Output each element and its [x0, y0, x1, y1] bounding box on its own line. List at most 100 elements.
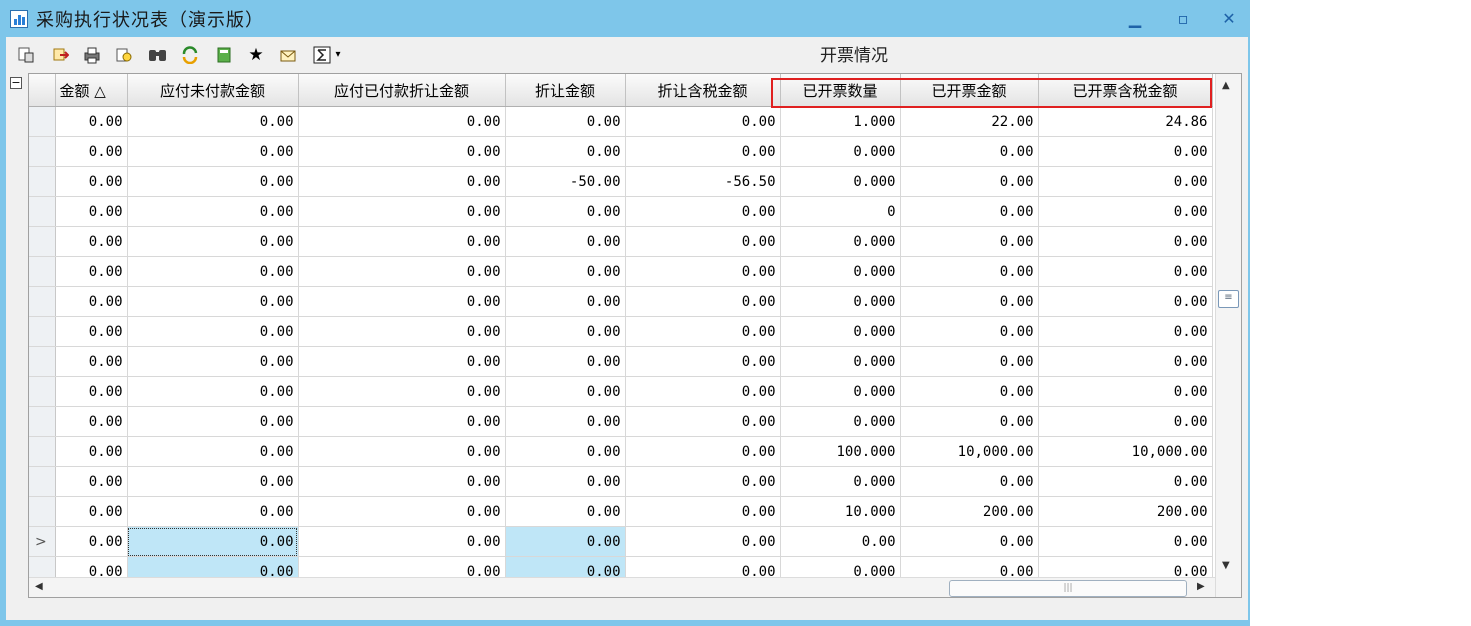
- table-row[interactable]: 0.00 0.00 0.00 0.00 0.00 0.000 0.00 0.00: [29, 136, 1213, 167]
- table-cell[interactable]: 0.00: [298, 106, 506, 137]
- table-cell[interactable]: 0: [780, 196, 901, 227]
- collapse-icon[interactable]: −: [10, 77, 22, 89]
- column-header[interactable]: 折让金额: [505, 74, 626, 107]
- table-cell[interactable]: 0.00: [625, 376, 781, 407]
- column-header[interactable]: 已开票含税金额: [1038, 74, 1213, 107]
- table-cell[interactable]: 0.00: [298, 496, 506, 527]
- table-cell[interactable]: 0.00: [625, 436, 781, 467]
- scroll-down-icon[interactable]: ▼: [1222, 560, 1230, 571]
- table-cell[interactable]: 0.00: [127, 526, 299, 557]
- table-cell[interactable]: 0.00: [1038, 256, 1213, 287]
- table-cell[interactable]: 0.000: [780, 376, 901, 407]
- table-cell[interactable]: 0.00: [1038, 196, 1213, 227]
- table-cell[interactable]: 0.00: [55, 436, 128, 467]
- table-cell[interactable]: 0.00: [298, 196, 506, 227]
- table-cell[interactable]: 0.00: [505, 316, 626, 347]
- sum-icon[interactable]: [312, 45, 332, 65]
- table-row[interactable]: >0.00 0.00 0.00 0.00 0.00 0.00 0.00 0.00: [29, 526, 1213, 557]
- table-cell[interactable]: 0.00: [298, 316, 506, 347]
- table-cell[interactable]: 0.00: [55, 256, 128, 287]
- table-cell[interactable]: 0.00: [1038, 346, 1213, 377]
- table-cell[interactable]: 0.00: [298, 286, 506, 317]
- row-selector[interactable]: [29, 496, 56, 527]
- close-button[interactable]: ✕: [1220, 10, 1238, 28]
- table-cell[interactable]: 0.00: [127, 166, 299, 197]
- table-cell[interactable]: 0.00: [625, 346, 781, 377]
- table-cell[interactable]: 0.00: [55, 316, 128, 347]
- row-selector[interactable]: [29, 256, 56, 287]
- print-icon[interactable]: [82, 45, 102, 65]
- table-cell[interactable]: 0.00: [55, 526, 128, 557]
- row-selector[interactable]: [29, 226, 56, 257]
- table-cell[interactable]: 0.00: [900, 526, 1039, 557]
- dropdown-icon[interactable]: ▾: [332, 45, 344, 65]
- table-cell[interactable]: 0.00: [127, 436, 299, 467]
- table-cell[interactable]: 0.00: [900, 376, 1039, 407]
- table-cell[interactable]: 0.00: [505, 286, 626, 317]
- refresh-icon[interactable]: [180, 45, 200, 65]
- table-cell[interactable]: 0.00: [298, 166, 506, 197]
- table-cell[interactable]: 0.00: [55, 226, 128, 257]
- table-cell[interactable]: 0.00: [505, 106, 626, 137]
- table-cell[interactable]: 0.00: [505, 496, 626, 527]
- table-cell[interactable]: 0.00: [900, 286, 1039, 317]
- column-header[interactable]: 已开票数量: [780, 74, 901, 107]
- table-cell[interactable]: 0.00: [298, 466, 506, 497]
- table-cell[interactable]: 0.00: [298, 436, 506, 467]
- table-row[interactable]: 0.00 0.00 0.00 0.00 0.00 100.000 10,000.00 10,0…: [29, 436, 1213, 467]
- table-cell[interactable]: 0.00: [1038, 406, 1213, 437]
- table-cell[interactable]: 0.00: [298, 256, 506, 287]
- table-cell[interactable]: 0.00: [55, 496, 128, 527]
- find-icon[interactable]: [148, 45, 168, 65]
- table-cell[interactable]: 0.00: [1038, 166, 1213, 197]
- table-cell[interactable]: 0.00: [55, 106, 128, 137]
- table-cell[interactable]: 0.000: [780, 256, 901, 287]
- table-cell[interactable]: 0.00: [55, 466, 128, 497]
- scroll-right-icon[interactable]: ▶: [1197, 581, 1205, 592]
- row-selector[interactable]: [29, 406, 56, 437]
- maximize-button[interactable]: ▫: [1174, 10, 1192, 28]
- table-cell[interactable]: 0.00: [900, 346, 1039, 377]
- table-cell[interactable]: 0.000: [780, 166, 901, 197]
- column-header[interactable]: 已开票金额: [900, 74, 1039, 107]
- scroll-left-icon[interactable]: ◀: [35, 581, 43, 592]
- row-selector[interactable]: [29, 466, 56, 497]
- table-row[interactable]: 0.00 0.00 0.00 0.00 0.00 0 0.00 0.00: [29, 196, 1213, 227]
- vertical-scrollbar[interactable]: ▲ ≡ ▼: [1215, 74, 1241, 597]
- table-row[interactable]: 0.00 0.00 0.00 0.00 0.00 0.000 0.00 0.00: [29, 256, 1213, 287]
- table-cell[interactable]: 0.00: [55, 136, 128, 167]
- table-cell[interactable]: 0.00: [127, 286, 299, 317]
- table-cell[interactable]: 0.000: [780, 406, 901, 437]
- row-selector[interactable]: [29, 316, 56, 347]
- table-cell[interactable]: 0.00: [127, 196, 299, 227]
- table-cell[interactable]: 0.00: [298, 346, 506, 377]
- preview-icon[interactable]: [16, 45, 36, 65]
- table-cell[interactable]: 0.00: [1038, 526, 1213, 557]
- table-cell[interactable]: 0.00: [55, 376, 128, 407]
- table-cell[interactable]: 0.00: [55, 166, 128, 197]
- table-cell[interactable]: 0.00: [298, 136, 506, 167]
- column-header[interactable]: 金额 △: [55, 74, 128, 107]
- table-cell[interactable]: 0.00: [625, 496, 781, 527]
- scroll-up-icon[interactable]: ▲: [1222, 80, 1230, 91]
- table-cell[interactable]: 1.000: [780, 106, 901, 137]
- table-cell[interactable]: 0.00: [505, 196, 626, 227]
- table-cell[interactable]: 200.00: [1038, 496, 1213, 527]
- table-cell[interactable]: -56.50: [625, 166, 781, 197]
- table-cell[interactable]: 100.000: [780, 436, 901, 467]
- table-cell[interactable]: 10,000.00: [900, 436, 1039, 467]
- table-cell[interactable]: 0.00: [1038, 226, 1213, 257]
- table-row[interactable]: 0.00 0.00 0.00 0.00 0.00 0.000 0.00 0.00: [29, 226, 1213, 257]
- row-selector[interactable]: [29, 136, 56, 167]
- row-selector[interactable]: [29, 286, 56, 317]
- export-icon[interactable]: [50, 45, 70, 65]
- table-cell[interactable]: 0.00: [625, 526, 781, 557]
- row-selector[interactable]: >: [29, 526, 56, 557]
- table-cell[interactable]: 0.00: [127, 376, 299, 407]
- row-selector[interactable]: [29, 346, 56, 377]
- table-cell[interactable]: 0.00: [55, 286, 128, 317]
- table-cell[interactable]: 0.00: [625, 466, 781, 497]
- table-cell[interactable]: 0.00: [55, 346, 128, 377]
- table-cell[interactable]: 0.00: [900, 466, 1039, 497]
- favorite-icon[interactable]: ★: [246, 45, 266, 65]
